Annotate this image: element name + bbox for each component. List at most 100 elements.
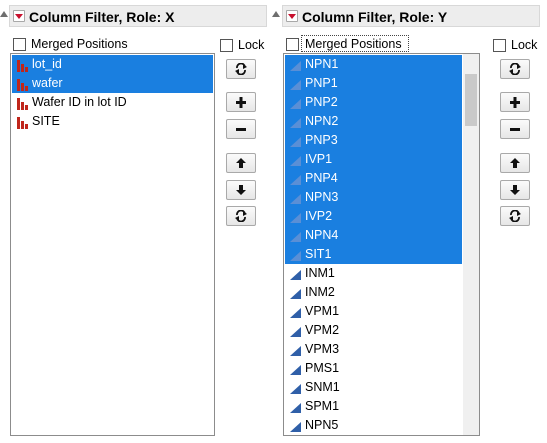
remove-button[interactable] (226, 119, 256, 139)
remove-button[interactable] (500, 119, 530, 139)
continuous-triangle-icon (289, 401, 302, 413)
continuous-triangle-icon (289, 306, 302, 318)
column-label: INM2 (305, 285, 335, 299)
move-up-button[interactable] (226, 153, 256, 173)
column-label: NPN5 (305, 418, 339, 432)
reset-icon (234, 210, 248, 222)
remove-icon (508, 123, 522, 135)
refresh-icon (234, 63, 248, 75)
continuous-triangle-icon (289, 287, 302, 299)
merged-positions-label: Merged Positions (305, 37, 402, 51)
panel-title: Column Filter, Role: X (29, 9, 175, 25)
x-role-header: Column Filter, Role: X (9, 5, 267, 27)
move-up-icon (234, 157, 248, 169)
column-label: PMS1 (305, 361, 340, 375)
refresh-button[interactable] (500, 59, 530, 79)
collapse-triangle-icon[interactable] (0, 11, 8, 17)
merged-positions-label: Merged Positions (31, 37, 128, 51)
continuous-triangle-icon (289, 116, 302, 128)
continuous-triangle-icon (289, 344, 302, 356)
column-item[interactable]: INM2 (285, 283, 462, 302)
lock-checkbox[interactable] (493, 39, 506, 52)
column-item[interactable]: Wafer ID in lot ID (12, 93, 213, 112)
merged-positions-checkbox[interactable] (13, 38, 26, 51)
merged-positions-checkbox[interactable] (286, 38, 299, 51)
column-label: SIT1 (305, 247, 332, 261)
scrollbar-thumb[interactable] (465, 74, 477, 126)
nominal-bar-icon (16, 78, 29, 91)
column-item[interactable]: wafer (12, 74, 213, 93)
red-triangle-menu-icon[interactable] (13, 10, 25, 22)
column-label: VPM2 (305, 323, 340, 337)
column-label: lot_id (32, 57, 62, 71)
column-label: PNP1 (305, 76, 338, 90)
column-label: NPN2 (305, 114, 339, 128)
continuous-triangle-icon (289, 135, 302, 147)
column-label: NPN4 (305, 228, 339, 242)
move-up-icon (508, 157, 522, 169)
panel-title: Column Filter, Role: Y (302, 9, 448, 25)
continuous-triangle-icon (289, 97, 302, 109)
column-item[interactable]: NPN4 (285, 226, 462, 245)
column-item[interactable]: VPM3 (285, 340, 462, 359)
add-button[interactable] (226, 92, 256, 112)
column-label: IVP1 (305, 152, 333, 166)
continuous-triangle-icon (289, 173, 302, 185)
column-label: PNP4 (305, 171, 338, 185)
move-down-button[interactable] (226, 180, 256, 200)
column-label: PNP2 (305, 95, 338, 109)
column-item[interactable]: PNP3 (285, 131, 462, 150)
reset-button[interactable] (226, 206, 256, 226)
nominal-bar-icon (16, 97, 29, 110)
continuous-triangle-icon (289, 325, 302, 337)
nominal-bar-icon (16, 116, 29, 129)
column-label: PNP3 (305, 133, 338, 147)
column-label: wafer (32, 76, 63, 90)
column-item[interactable]: PMS1 (285, 359, 462, 378)
column-label: VPM3 (305, 342, 340, 356)
add-button[interactable] (500, 92, 530, 112)
move-up-button[interactable] (500, 153, 530, 173)
column-label: NPN1 (305, 57, 339, 71)
column-item[interactable]: SNM1 (285, 378, 462, 397)
column-item[interactable]: NPN2 (285, 112, 462, 131)
x-columns-list[interactable]: lot_idwafer Wafer ID in lot ID SITE (10, 53, 215, 436)
column-item[interactable]: PNP1 (285, 74, 462, 93)
column-item[interactable]: NPN3 (285, 188, 462, 207)
reset-button[interactable] (500, 206, 530, 226)
column-item[interactable]: PNP2 (285, 93, 462, 112)
column-label: IVP2 (305, 209, 333, 223)
move-down-icon (508, 184, 522, 196)
column-item[interactable]: SPM1 (285, 397, 462, 416)
y-columns-list[interactable]: NPN1 PNP1 PNP2 NPN2 PNP3 IVP1 PNP4 NPN3 IVP2 NPN4… (283, 53, 480, 436)
column-item[interactable]: VPM2 (285, 321, 462, 340)
column-item[interactable]: NPN1 (285, 55, 462, 74)
column-item[interactable]: PNP4 (285, 169, 462, 188)
column-label: NPN3 (305, 190, 339, 204)
column-item[interactable]: INM1 (285, 264, 462, 283)
vertical-scrollbar[interactable] (463, 54, 479, 435)
column-item[interactable]: lot_id (12, 55, 213, 74)
column-label: VPM1 (305, 304, 340, 318)
x-role-panel: Column Filter, Role: X Merged Positions … (0, 0, 270, 443)
continuous-triangle-icon (289, 268, 302, 280)
column-label: SNM1 (305, 380, 340, 394)
continuous-triangle-icon (289, 59, 302, 71)
nominal-bar-icon (16, 59, 29, 72)
column-item[interactable]: SIT1 (285, 245, 462, 264)
refresh-button[interactable] (226, 59, 256, 79)
remove-icon (234, 123, 248, 135)
red-triangle-menu-icon[interactable] (286, 10, 298, 22)
y-role-header: Column Filter, Role: Y (282, 5, 540, 27)
add-icon (234, 96, 248, 108)
column-item[interactable]: NPN5 (285, 416, 462, 435)
lock-checkbox[interactable] (220, 39, 233, 52)
column-item[interactable]: IVP2 (285, 207, 462, 226)
collapse-triangle-icon[interactable] (272, 11, 280, 17)
column-item[interactable]: VPM1 (285, 302, 462, 321)
move-down-button[interactable] (500, 180, 530, 200)
column-item[interactable]: SITE (12, 112, 213, 131)
column-label: INM1 (305, 266, 335, 280)
column-item[interactable]: IVP1 (285, 150, 462, 169)
continuous-triangle-icon (289, 420, 302, 432)
